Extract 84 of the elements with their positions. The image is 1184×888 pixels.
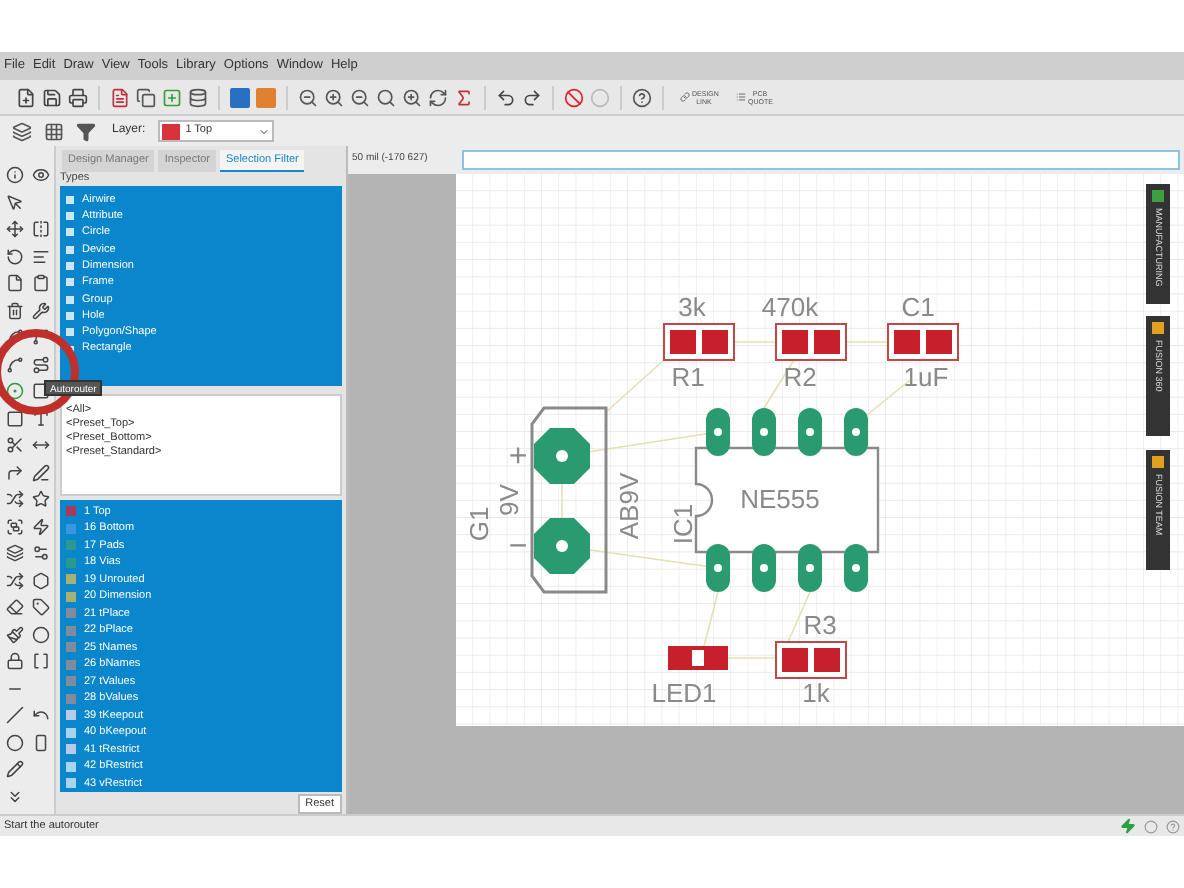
pointer-icon[interactable] bbox=[6, 193, 24, 212]
part-value: 1k bbox=[802, 678, 830, 708]
capacitor-footprint bbox=[887, 323, 959, 361]
eraser-icon[interactable] bbox=[6, 598, 24, 617]
resistor-footprint bbox=[775, 323, 847, 361]
pen-icon[interactable] bbox=[32, 463, 50, 482]
part-value: 9V bbox=[494, 484, 524, 516]
swap-icon[interactable] bbox=[6, 571, 24, 590]
part-name: R2 bbox=[783, 362, 817, 392]
part-name: C1 bbox=[901, 292, 935, 322]
zoom-select-icon[interactable] bbox=[402, 87, 422, 107]
database-icon[interactable] bbox=[188, 87, 208, 107]
line-icon[interactable] bbox=[6, 706, 24, 725]
part-name: IC1 bbox=[668, 503, 698, 545]
layers-icon[interactable] bbox=[6, 544, 24, 563]
print-icon[interactable] bbox=[68, 87, 88, 107]
arc-icon[interactable] bbox=[32, 706, 50, 725]
curve-icon[interactable] bbox=[6, 760, 24, 779]
square-icon[interactable] bbox=[6, 409, 24, 428]
list-icon bbox=[736, 92, 746, 102]
rectangle-icon[interactable] bbox=[32, 733, 50, 752]
group-icon[interactable] bbox=[6, 517, 24, 536]
brackets-icon[interactable] bbox=[32, 652, 50, 671]
settings-icon[interactable] bbox=[32, 544, 50, 563]
resistor-footprint bbox=[663, 323, 735, 361]
page-icon[interactable] bbox=[6, 274, 24, 293]
redo-icon[interactable] bbox=[522, 87, 542, 107]
link-icon bbox=[680, 92, 690, 102]
lock-icon[interactable] bbox=[6, 652, 24, 671]
eye-icon[interactable] bbox=[32, 166, 50, 185]
copy-icon[interactable] bbox=[136, 87, 156, 107]
led-footprint bbox=[668, 646, 728, 670]
filter-icon[interactable] bbox=[76, 121, 96, 141]
refresh-icon[interactable] bbox=[428, 87, 448, 107]
part-name: R1 bbox=[671, 362, 705, 392]
zoom-in-icon[interactable] bbox=[324, 87, 344, 107]
part-value: NE555 bbox=[740, 484, 820, 514]
hexagon-icon[interactable] bbox=[32, 571, 50, 590]
dimension-icon[interactable] bbox=[32, 436, 50, 455]
tag-icon[interactable] bbox=[32, 598, 50, 617]
circle-icon[interactable] bbox=[6, 733, 24, 752]
swap-icon[interactable] bbox=[6, 490, 24, 509]
stop-icon[interactable] bbox=[564, 87, 584, 107]
via-icon[interactable] bbox=[6, 382, 24, 401]
package-name: AB9V bbox=[614, 472, 644, 540]
part-name: LED1 bbox=[651, 678, 717, 708]
add-icon[interactable] bbox=[162, 87, 182, 107]
split-icon[interactable] bbox=[6, 436, 24, 455]
document-icon[interactable] bbox=[110, 87, 130, 107]
part-name: R3 bbox=[803, 610, 837, 640]
align-icon[interactable] bbox=[32, 247, 50, 266]
part-value: 470k bbox=[761, 292, 819, 322]
mirror-icon[interactable] bbox=[32, 220, 50, 239]
command-field[interactable] bbox=[462, 150, 1180, 170]
expand-icon[interactable] bbox=[6, 787, 24, 806]
rotate-icon[interactable] bbox=[6, 247, 24, 266]
zoom-out-icon[interactable] bbox=[298, 87, 318, 107]
help-icon[interactable] bbox=[632, 87, 652, 107]
layers-icon[interactable] bbox=[12, 121, 32, 141]
miter-icon[interactable] bbox=[6, 463, 24, 482]
delete-icon[interactable] bbox=[6, 301, 24, 320]
search-icon[interactable] bbox=[376, 87, 396, 107]
part-value: 3k bbox=[678, 292, 706, 322]
paste-icon[interactable] bbox=[32, 274, 50, 293]
circle-icon[interactable] bbox=[32, 625, 50, 644]
star-icon[interactable] bbox=[32, 490, 50, 509]
resistor-footprint bbox=[775, 641, 847, 679]
save-icon[interactable] bbox=[42, 87, 62, 107]
text-icon[interactable] bbox=[32, 409, 50, 428]
route-icon[interactable] bbox=[6, 355, 24, 374]
part-name: G1 bbox=[464, 506, 494, 542]
move-icon[interactable] bbox=[6, 220, 24, 239]
zoom-out-icon[interactable] bbox=[350, 87, 370, 107]
new-file-icon[interactable] bbox=[16, 87, 36, 107]
brush-icon[interactable] bbox=[6, 625, 24, 644]
wrench-icon[interactable] bbox=[32, 301, 50, 320]
lightning-icon[interactable] bbox=[32, 517, 50, 536]
dropdown-caret-icon bbox=[257, 125, 270, 137]
undo-icon[interactable] bbox=[496, 87, 516, 107]
autoroute-icon[interactable] bbox=[32, 355, 50, 374]
grid-icon[interactable] bbox=[44, 121, 64, 141]
part-value: 1uF bbox=[903, 362, 949, 392]
info-icon[interactable] bbox=[6, 166, 24, 185]
sigma-icon[interactable] bbox=[454, 87, 474, 107]
